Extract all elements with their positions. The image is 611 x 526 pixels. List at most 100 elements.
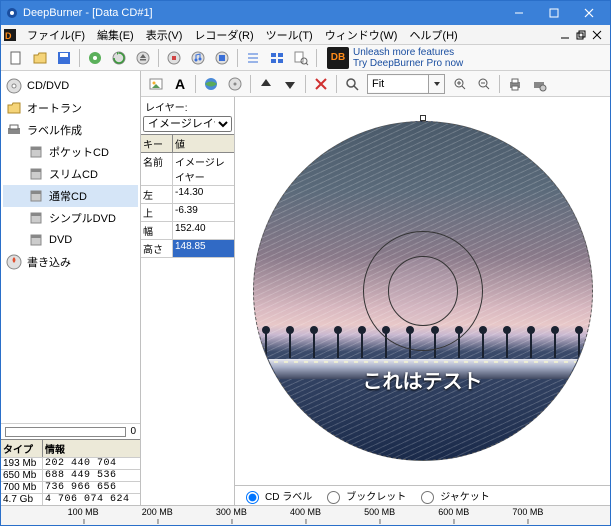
zoom-tool-button[interactable] xyxy=(341,73,363,95)
doc-minimize-button[interactable] xyxy=(558,28,572,42)
media-info-row: 193 Mb202 440 704 xyxy=(1,457,140,469)
canvas-tab-radio[interactable] xyxy=(327,491,340,504)
maximize-button[interactable] xyxy=(537,3,571,23)
iso-disc-button[interactable] xyxy=(211,47,233,69)
zoom-combo[interactable] xyxy=(367,74,445,94)
prop-row[interactable]: 幅152.40 xyxy=(141,222,234,240)
prop-row[interactable]: 名前イメージレイヤー xyxy=(141,153,234,186)
scale-tick: 100 MB xyxy=(68,507,99,517)
svg-text:D: D xyxy=(5,31,12,41)
tree-item-5[interactable]: 通常CD xyxy=(3,185,138,207)
zoom-dropdown-button[interactable] xyxy=(428,75,444,93)
progress-row: 0 xyxy=(1,423,140,439)
disc-eject-button[interactable] xyxy=(132,47,154,69)
app-icon xyxy=(5,6,19,20)
canvas-tab-2[interactable]: ジャケット xyxy=(416,488,490,504)
menu-item-1[interactable]: 編集(E) xyxy=(91,25,140,45)
tree-item-label: 通常CD xyxy=(49,188,87,204)
folder-icon xyxy=(5,99,23,117)
tree-item-label: シンプルDVD xyxy=(49,210,116,226)
prop-row[interactable]: 上-6.39 xyxy=(141,204,234,222)
menu-item-6[interactable]: ヘルプ(H) xyxy=(403,25,463,45)
zoom-in-button[interactable] xyxy=(449,73,471,95)
label-canvas: これはテスト CD ラベル ブックレット ジャケット xyxy=(235,97,610,505)
image-tool-button[interactable] xyxy=(145,73,167,95)
disc-tool-button[interactable] xyxy=(224,73,246,95)
tree-item-label: CD/DVD xyxy=(27,80,69,92)
statusbar: 100 MB200 MB300 MB400 MB500 MB600 MB700 … xyxy=(1,505,610,525)
menu-item-3[interactable]: レコーダ(R) xyxy=(188,25,259,45)
promo-logo-icon: DB xyxy=(327,47,349,69)
global-tool-button[interactable] xyxy=(200,73,222,95)
disc-green-button[interactable] xyxy=(84,47,106,69)
media-info-row: 4.7 Gb4 706 074 624 xyxy=(1,493,140,505)
tree-item-8[interactable]: 書き込み xyxy=(3,251,138,273)
scale-tick: 400 MB xyxy=(290,507,321,517)
tree-item-4[interactable]: スリムCD xyxy=(3,163,138,185)
close-button[interactable] xyxy=(572,3,606,23)
tree-item-label: スリムCD xyxy=(49,166,98,182)
burn-icon xyxy=(5,253,23,271)
titlebar: DeepBurner - [Data CD#1] xyxy=(1,1,610,25)
cd-label-text: これはテスト xyxy=(254,365,592,394)
progress-value: 0 xyxy=(130,426,136,437)
resize-handle-top[interactable] xyxy=(420,115,426,121)
move-down-button[interactable] xyxy=(279,73,301,95)
print-button[interactable] xyxy=(504,73,526,95)
canvas-tab-1[interactable]: ブックレット xyxy=(322,488,406,504)
print-setup-button[interactable] xyxy=(528,73,550,95)
tree-item-label: オートラン xyxy=(27,100,82,116)
case-icon xyxy=(27,143,45,161)
delete-layer-button[interactable] xyxy=(310,73,332,95)
disc-refresh-button[interactable] xyxy=(108,47,130,69)
tree-item-7[interactable]: DVD xyxy=(3,229,138,251)
canvas-tab-0[interactable]: CD ラベル xyxy=(241,488,312,504)
disc-icon xyxy=(5,77,23,95)
canvas-tab-label: CD ラベル xyxy=(265,488,312,503)
doc-restore-button[interactable] xyxy=(574,28,588,42)
tree-item-1[interactable]: オートラン xyxy=(3,97,138,119)
minimize-button[interactable] xyxy=(502,3,536,23)
cd-label-preview[interactable]: これはテスト xyxy=(253,121,593,461)
menu-item-5[interactable]: ウィンドウ(W) xyxy=(319,25,404,45)
case-icon xyxy=(27,187,45,205)
tree-item-2[interactable]: ラベル作成 xyxy=(3,119,138,141)
nav-tree: CD/DVD オートランラベル作成ポケットCD スリムCD 通常CD シンプルDVD DV… xyxy=(1,71,140,423)
audio-disc-button[interactable] xyxy=(187,47,209,69)
list-view-button[interactable] xyxy=(242,47,264,69)
tree-item-6[interactable]: シンプルDVD xyxy=(3,207,138,229)
move-up-button[interactable] xyxy=(255,73,277,95)
main-toolbar: DB Unleash more features Try DeepBurner … xyxy=(1,45,610,71)
promo-banner[interactable]: DB Unleash more features Try DeepBurner … xyxy=(327,47,463,69)
media-info-header: タイプ情報 xyxy=(1,439,140,457)
menubar: D ファイル(F)編集(E)表示(V)レコーダ(R)ツール(T)ウィンドウ(W)… xyxy=(1,25,610,45)
layer-select[interactable]: イメージレイヤー 1 xyxy=(143,116,232,132)
save-button[interactable] xyxy=(53,47,75,69)
text-tool-button[interactable]: A xyxy=(169,73,191,95)
menu-item-0[interactable]: ファイル(F) xyxy=(21,25,91,45)
tree-item-3[interactable]: ポケットCD xyxy=(3,141,138,163)
menu-item-4[interactable]: ツール(T) xyxy=(260,25,319,45)
doc-close-button[interactable] xyxy=(590,28,604,42)
scale-tick: 500 MB xyxy=(364,507,395,517)
prop-row[interactable]: 左-14.30 xyxy=(141,186,234,204)
menubar-logo-icon: D xyxy=(3,28,17,42)
inspect-button[interactable] xyxy=(290,47,312,69)
size-scale: 100 MB200 MB300 MB400 MB500 MB600 MB700 … xyxy=(9,507,602,525)
open-button[interactable] xyxy=(29,47,51,69)
canvas-tab-radio[interactable] xyxy=(246,491,259,504)
canvas-tab-label: ブックレット xyxy=(346,488,406,503)
zoom-input[interactable] xyxy=(368,76,428,92)
tree-item-label: DVD xyxy=(49,234,72,246)
canvas-tabs: CD ラベル ブックレット ジャケット xyxy=(235,485,610,505)
canvas-tab-label: ジャケット xyxy=(440,488,490,503)
data-disc-button[interactable] xyxy=(163,47,185,69)
prop-row[interactable]: 高さ148.85 xyxy=(141,240,234,258)
canvas-tab-radio[interactable] xyxy=(421,491,434,504)
new-button[interactable] xyxy=(5,47,27,69)
tree-item-0[interactable]: CD/DVD xyxy=(3,75,138,97)
menu-item-2[interactable]: 表示(V) xyxy=(140,25,189,45)
detail-view-button[interactable] xyxy=(266,47,288,69)
zoom-out-button[interactable] xyxy=(473,73,495,95)
tree-item-label: ラベル作成 xyxy=(27,122,82,138)
